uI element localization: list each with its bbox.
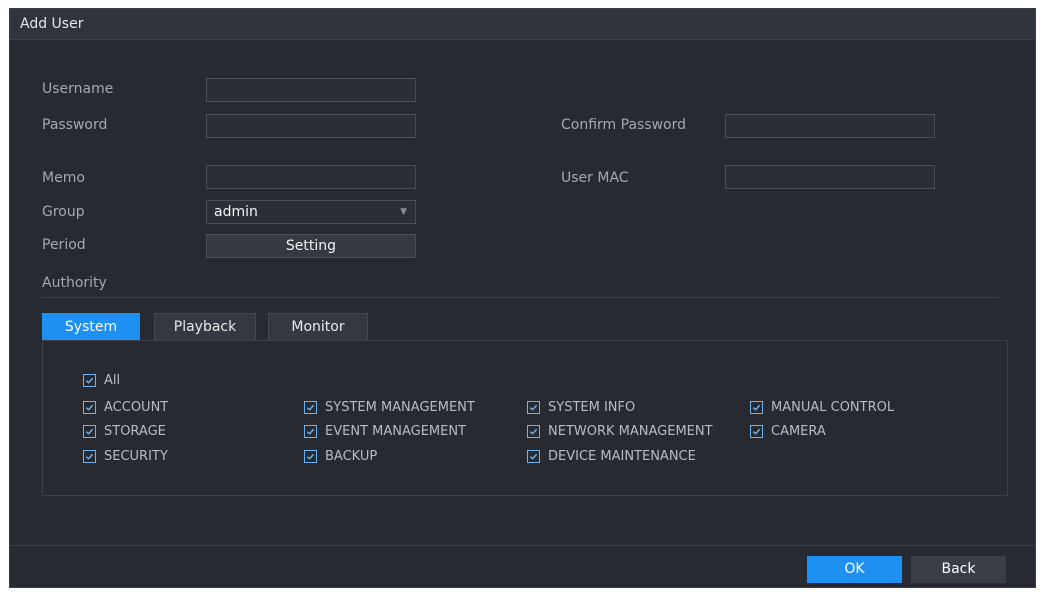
authority-item-label: BACKUP bbox=[325, 449, 378, 464]
authority-item-label: DEVICE MAINTENANCE bbox=[548, 449, 696, 464]
check-icon bbox=[304, 425, 317, 438]
check-icon bbox=[83, 374, 96, 387]
authority-item-security[interactable]: SECURITY bbox=[83, 449, 168, 464]
check-icon bbox=[750, 401, 763, 414]
authority-item-label: SYSTEM MANAGEMENT bbox=[325, 400, 475, 415]
authority-item-label: NETWORK MANAGEMENT bbox=[548, 424, 713, 439]
username-label: Username bbox=[42, 81, 114, 97]
user-mac-label: User MAC bbox=[561, 170, 629, 186]
authority-item-network-management[interactable]: NETWORK MANAGEMENT bbox=[527, 424, 713, 439]
check-icon bbox=[527, 425, 540, 438]
password-label: Password bbox=[42, 117, 108, 133]
authority-item-label: ACCOUNT bbox=[104, 400, 169, 415]
authority-item-manual-control[interactable]: MANUAL CONTROL bbox=[750, 400, 894, 415]
group-label: Group bbox=[42, 204, 85, 220]
user-mac-input[interactable] bbox=[725, 165, 935, 189]
authority-item-system-info[interactable]: SYSTEM INFO bbox=[527, 400, 635, 415]
group-select-value: admin bbox=[214, 204, 258, 220]
tab-monitor[interactable]: Monitor bbox=[268, 313, 368, 341]
check-icon bbox=[304, 401, 317, 414]
chevron-down-icon: ▼ bbox=[400, 207, 407, 217]
authority-all-checkbox[interactable]: All bbox=[83, 373, 120, 388]
check-icon bbox=[83, 450, 96, 463]
authority-label: Authority bbox=[42, 275, 107, 291]
username-input[interactable] bbox=[206, 78, 416, 102]
footer-divider bbox=[10, 545, 1035, 546]
authority-item-label: SECURITY bbox=[104, 449, 168, 464]
authority-item-label: STORAGE bbox=[104, 424, 166, 439]
authority-item-backup[interactable]: BACKUP bbox=[304, 449, 377, 464]
authority-divider bbox=[42, 297, 998, 298]
dialog-titlebar: Add User bbox=[10, 9, 1035, 40]
check-icon bbox=[527, 401, 540, 414]
memo-label: Memo bbox=[42, 170, 85, 186]
group-select[interactable]: admin ▼ bbox=[206, 200, 416, 224]
add-user-dialog: Add User Username Password Confirm Passw… bbox=[9, 8, 1036, 588]
back-button[interactable]: Back bbox=[911, 556, 1006, 583]
confirm-password-input[interactable] bbox=[725, 114, 935, 138]
authority-item-label: CAMERA bbox=[771, 424, 826, 439]
authority-item-label: MANUAL CONTROL bbox=[771, 400, 895, 415]
password-input[interactable] bbox=[206, 114, 416, 138]
check-icon bbox=[750, 425, 763, 438]
ok-button[interactable]: OK bbox=[807, 556, 902, 583]
authority-panel bbox=[42, 340, 1008, 496]
period-setting-button[interactable]: Setting bbox=[206, 234, 416, 258]
period-label: Period bbox=[42, 237, 86, 253]
authority-item-device-maintenance[interactable]: DEVICE MAINTENANCE bbox=[527, 449, 696, 464]
authority-item-label: EVENT MANAGEMENT bbox=[325, 424, 467, 439]
check-icon bbox=[83, 401, 96, 414]
authority-item-account[interactable]: ACCOUNT bbox=[83, 400, 168, 415]
authority-item-label: SYSTEM INFO bbox=[548, 400, 636, 415]
tab-system[interactable]: System bbox=[42, 313, 140, 341]
authority-item-storage[interactable]: STORAGE bbox=[83, 424, 166, 439]
check-icon bbox=[527, 450, 540, 463]
authority-all-label: All bbox=[104, 373, 121, 388]
confirm-password-label: Confirm Password bbox=[561, 117, 687, 133]
authority-item-system-management[interactable]: SYSTEM MANAGEMENT bbox=[304, 400, 475, 415]
check-icon bbox=[83, 425, 96, 438]
authority-item-camera[interactable]: CAMERA bbox=[750, 424, 826, 439]
check-icon bbox=[304, 450, 317, 463]
authority-item-event-management[interactable]: EVENT MANAGEMENT bbox=[304, 424, 466, 439]
dialog-title: Add User bbox=[20, 16, 84, 32]
memo-input[interactable] bbox=[206, 165, 416, 189]
tab-playback[interactable]: Playback bbox=[154, 313, 256, 341]
